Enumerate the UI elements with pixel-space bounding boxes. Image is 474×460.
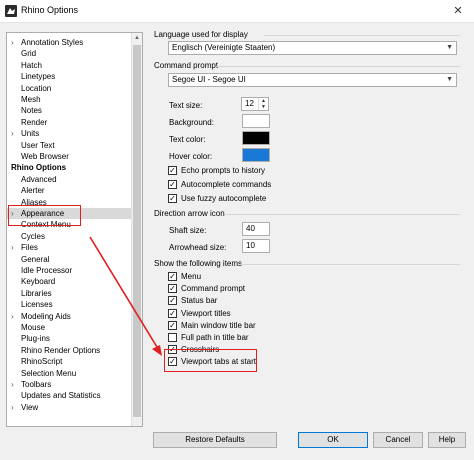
annotation-arrow [89,236,162,356]
